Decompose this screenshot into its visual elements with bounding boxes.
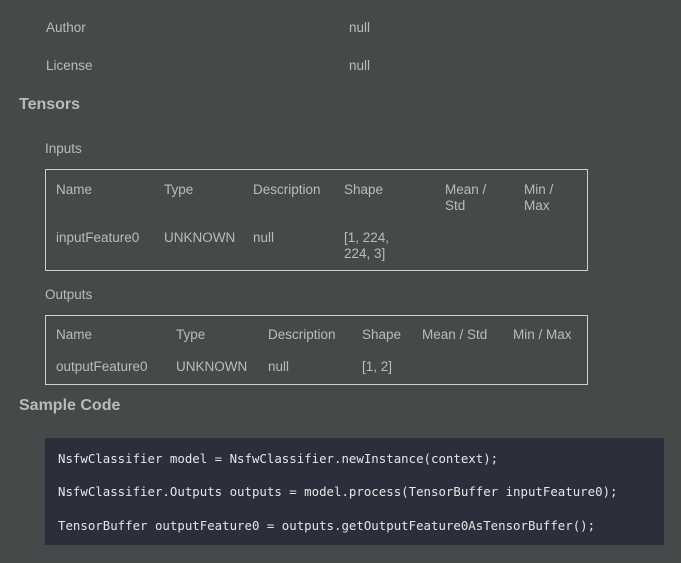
inputs-row-type: UNKNOWN	[164, 230, 236, 245]
outputs-header-shape: Shape	[362, 327, 402, 342]
outputs-header-name: Name	[56, 327, 93, 342]
license-label: License	[46, 58, 93, 73]
outputs-header-mean-std: Mean / Std	[422, 327, 488, 342]
outputs-title: Outputs	[45, 287, 93, 302]
tensors-title: Tensors	[19, 96, 81, 113]
inputs-row-shape: [1, 224, 224, 3]	[344, 230, 390, 261]
outputs-header-description: Description	[268, 327, 336, 342]
inputs-header-type: Type	[164, 182, 194, 197]
model-metadata-page: Author null License null Tensors Inputs …	[0, 0, 681, 563]
outputs-row-type: UNKNOWN	[176, 359, 248, 374]
inputs-title: Inputs	[45, 141, 82, 156]
inputs-table: Name Type Description Shape Mean / Std M…	[45, 169, 588, 271]
license-value: null	[349, 58, 371, 73]
inputs-header-min-max: Min / Max	[524, 182, 554, 213]
code-line-2: NsfwClassifier.Outputs outputs = model.p…	[58, 484, 618, 499]
outputs-table: Name Type Description Shape Mean / Std M…	[45, 315, 588, 385]
inputs-row-description: null	[253, 230, 275, 245]
outputs-header-type: Type	[176, 327, 206, 342]
outputs-row-name: outputFeature0	[56, 359, 148, 374]
inputs-row-name: inputFeature0	[56, 230, 140, 245]
inputs-header-name: Name	[56, 182, 93, 197]
author-value: null	[349, 20, 371, 35]
outputs-header-min-max: Min / Max	[513, 327, 572, 342]
sample-code-block[interactable]: NsfwClassifier model = NsfwClassifier.ne…	[45, 438, 664, 545]
code-line-3: TensorBuffer outputFeature0 = outputs.ge…	[58, 518, 596, 533]
author-label: Author	[46, 20, 86, 35]
outputs-row-description: null	[268, 359, 290, 374]
inputs-header-mean-std: Mean / Std	[445, 182, 487, 213]
inputs-header-description: Description	[253, 182, 321, 197]
sample-code-title: Sample Code	[19, 397, 121, 414]
outputs-row-shape: [1, 2]	[362, 359, 393, 374]
inputs-header-shape: Shape	[344, 182, 384, 197]
code-line-1: NsfwClassifier model = NsfwClassifier.ne…	[58, 451, 499, 466]
